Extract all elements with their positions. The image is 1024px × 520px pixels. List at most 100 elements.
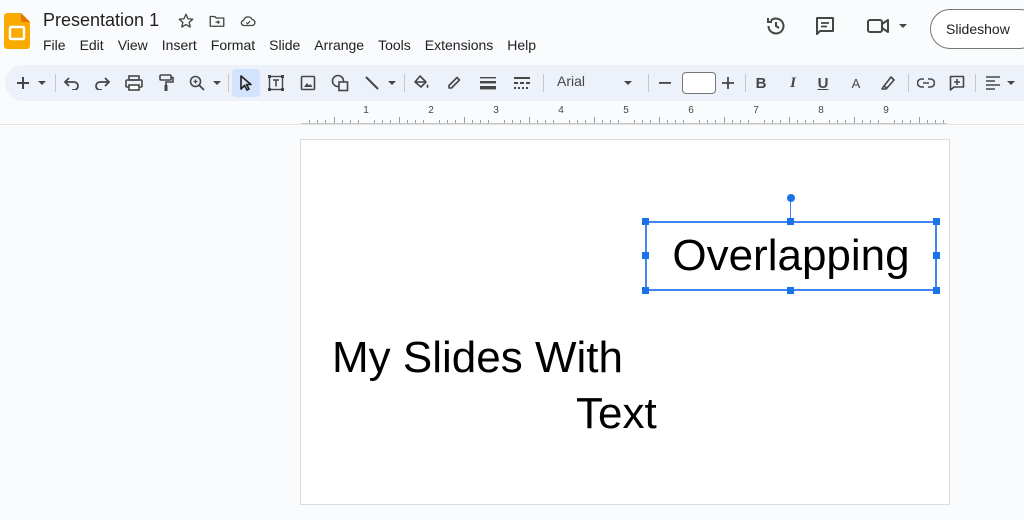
menu-extensions[interactable]: Extensions bbox=[418, 35, 500, 55]
chevron-down-icon[interactable] bbox=[210, 69, 224, 97]
ruler-tick bbox=[463, 117, 465, 123]
menu-slide[interactable]: Slide bbox=[262, 35, 307, 55]
horizontal-ruler[interactable]: 1 2 3 4 5 6 7 8 9 bbox=[301, 104, 947, 124]
main-title-text-line-1[interactable]: My Slides With bbox=[332, 330, 623, 386]
ruler-tick bbox=[764, 120, 766, 123]
ruler-tick bbox=[585, 120, 587, 123]
ruler-tick bbox=[325, 120, 327, 123]
font-size-input[interactable] bbox=[682, 72, 716, 94]
ruler-tick bbox=[845, 120, 847, 123]
underline-icon[interactable]: U bbox=[812, 69, 834, 97]
undo-icon[interactable] bbox=[61, 69, 83, 97]
ruler-label: 9 bbox=[883, 105, 889, 116]
decrease-font-size-icon[interactable] bbox=[655, 69, 675, 97]
bold-icon[interactable]: B bbox=[750, 69, 772, 97]
print-icon[interactable] bbox=[123, 69, 145, 97]
ruler-tick bbox=[512, 120, 514, 123]
menu-file[interactable]: File bbox=[36, 35, 73, 55]
ruler-tick bbox=[382, 120, 384, 123]
version-history-icon[interactable] bbox=[762, 12, 790, 40]
resize-handle-bottom-left[interactable] bbox=[642, 287, 649, 294]
ruler-tick bbox=[837, 120, 839, 123]
ruler-label: 5 bbox=[623, 105, 629, 116]
menu-tools[interactable]: Tools bbox=[371, 35, 418, 55]
resize-handle-bottom-right[interactable] bbox=[933, 287, 940, 294]
ruler-tick bbox=[804, 120, 806, 123]
text-box-icon[interactable] bbox=[265, 69, 287, 97]
ruler-tick bbox=[666, 120, 668, 123]
align-left-icon[interactable] bbox=[982, 69, 1004, 97]
ruler-tick bbox=[552, 120, 554, 123]
document-title[interactable]: Presentation 1 bbox=[43, 10, 159, 31]
border-weight-icon[interactable] bbox=[477, 69, 499, 97]
menu-insert[interactable]: Insert bbox=[155, 35, 204, 55]
ruler-label: 3 bbox=[493, 105, 499, 116]
shape-icon[interactable] bbox=[329, 69, 351, 97]
chevron-down-icon[interactable] bbox=[35, 69, 49, 97]
resize-handle-left[interactable] bbox=[642, 252, 649, 259]
ruler-tick bbox=[609, 120, 611, 123]
highlight-color-icon[interactable] bbox=[877, 69, 899, 97]
meet-icon[interactable] bbox=[865, 12, 911, 40]
slides-logo-icon[interactable] bbox=[4, 13, 30, 49]
resize-handle-right[interactable] bbox=[933, 252, 940, 259]
ruler-label: 6 bbox=[688, 105, 694, 116]
ruler-tick bbox=[739, 120, 741, 123]
rotate-handle[interactable] bbox=[787, 194, 795, 202]
menu-edit[interactable]: Edit bbox=[73, 35, 111, 55]
ruler-tick bbox=[731, 120, 733, 123]
insert-link-icon[interactable] bbox=[915, 69, 937, 97]
ruler-tick bbox=[617, 120, 619, 123]
insert-comment-icon[interactable] bbox=[946, 69, 968, 97]
ruler-tick bbox=[796, 120, 798, 123]
ruler-tick bbox=[634, 120, 636, 123]
ruler-tick bbox=[309, 120, 311, 123]
cloud-status-icon[interactable] bbox=[238, 11, 258, 31]
ruler-tick bbox=[715, 120, 717, 123]
border-color-icon[interactable] bbox=[443, 69, 465, 97]
resize-handle-bottom[interactable] bbox=[787, 287, 794, 294]
main-title-text-line-2[interactable]: Text bbox=[576, 386, 657, 442]
ruler-label: 8 bbox=[818, 105, 824, 116]
chevron-down-icon[interactable] bbox=[621, 69, 635, 97]
menu-help[interactable]: Help bbox=[500, 35, 543, 55]
star-icon[interactable] bbox=[176, 11, 196, 31]
resize-handle-top[interactable] bbox=[787, 218, 794, 225]
ruler-tick bbox=[861, 120, 863, 123]
new-slide-icon[interactable] bbox=[13, 69, 33, 97]
fill-color-icon[interactable] bbox=[411, 69, 433, 97]
comments-icon[interactable] bbox=[811, 12, 839, 40]
ruler-tick bbox=[723, 117, 725, 123]
menu-view[interactable]: View bbox=[111, 35, 155, 55]
resize-handle-top-left[interactable] bbox=[642, 218, 649, 225]
ruler-tick bbox=[520, 120, 522, 123]
paint-format-icon[interactable] bbox=[155, 69, 177, 97]
chevron-down-icon[interactable] bbox=[385, 69, 399, 97]
move-folder-icon[interactable] bbox=[207, 11, 227, 31]
menu-bar: File Edit View Insert Format Slide Arran… bbox=[36, 35, 543, 55]
increase-font-size-icon[interactable] bbox=[718, 69, 738, 97]
insert-image-icon[interactable] bbox=[297, 69, 319, 97]
menu-format[interactable]: Format bbox=[204, 35, 262, 55]
slide-canvas[interactable] bbox=[300, 139, 950, 505]
zoom-icon[interactable] bbox=[186, 69, 208, 97]
menu-arrange[interactable]: Arrange bbox=[307, 35, 371, 55]
chevron-down-icon[interactable] bbox=[1005, 69, 1017, 97]
ruler-tick bbox=[333, 117, 335, 123]
ruler-tick bbox=[642, 120, 644, 123]
redo-icon[interactable] bbox=[91, 69, 113, 97]
select-tool-icon[interactable] bbox=[232, 69, 260, 97]
italic-icon[interactable]: I bbox=[782, 69, 804, 97]
font-family-select[interactable]: Arial bbox=[557, 73, 585, 89]
ruler-tick bbox=[926, 120, 928, 123]
ruler-tick bbox=[918, 117, 920, 123]
selected-text-box[interactable]: Overlapping bbox=[645, 221, 937, 291]
border-dash-icon[interactable] bbox=[511, 69, 533, 97]
ruler-tick bbox=[317, 120, 319, 123]
line-tool-icon[interactable] bbox=[361, 69, 383, 97]
slideshow-button[interactable]: Slideshow bbox=[930, 9, 1024, 49]
ruler-tick bbox=[910, 120, 912, 123]
resize-handle-top-right[interactable] bbox=[933, 218, 940, 225]
text-color-icon[interactable]: A bbox=[845, 69, 867, 97]
ruler-tick bbox=[422, 120, 424, 123]
